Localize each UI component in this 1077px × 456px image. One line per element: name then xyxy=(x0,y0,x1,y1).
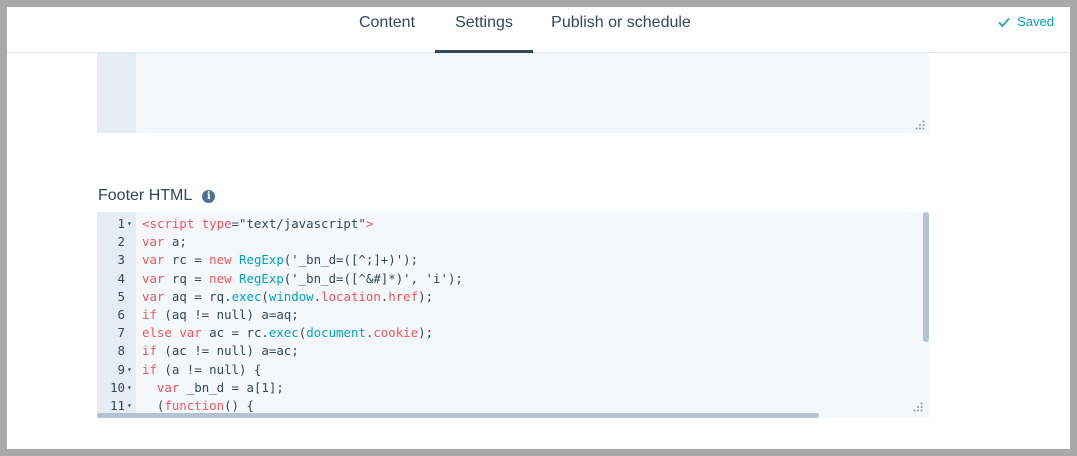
info-icon[interactable]: i xyxy=(202,189,216,203)
head-html-editor[interactable] xyxy=(97,53,929,133)
code-line[interactable]: 7 else var ac = rc.exec(document.cookie); xyxy=(97,324,923,342)
code-text: else var ac = rc.exec(document.cookie); xyxy=(142,325,434,341)
code-text: var aq = rq.exec(window.location.href); xyxy=(142,288,434,304)
line-number: 7 xyxy=(117,325,125,341)
fold-arrow-icon[interactable]: ▾ xyxy=(127,361,135,379)
footer-html-code-editor[interactable]: 1 ▾ <script type="text/javascript"> 2 var a;… xyxy=(97,212,929,418)
code-text: var _bn_d = a[1]; xyxy=(156,379,284,395)
code-line[interactable]: 10 ▾ var _bn_d = a[1]; xyxy=(97,379,923,397)
line-number: 5 xyxy=(117,288,125,304)
code-text: var rq = new RegExp('_bn_d=([^&#]*)', 'i… xyxy=(142,270,463,286)
tab-content[interactable]: Content xyxy=(337,7,437,53)
top-navigation: Content Settings Publish or schedule Sav… xyxy=(7,7,1070,53)
saved-status: Saved xyxy=(997,14,1054,29)
code-line[interactable]: 2 var a; xyxy=(97,233,923,251)
code-line[interactable]: 6 if (aq != null) a=aq; xyxy=(97,306,923,324)
resize-handle-icon[interactable] xyxy=(913,402,923,412)
line-number-gutter xyxy=(97,53,136,133)
saved-label: Saved xyxy=(1017,14,1054,29)
code-text: <script type="text/javascript"> xyxy=(142,216,374,231)
code-line[interactable]: 5 var aq = rq.exec(window.location.href); xyxy=(97,288,923,306)
resize-handle-icon[interactable] xyxy=(915,120,925,130)
tab-settings[interactable]: Settings xyxy=(435,7,533,53)
code-line[interactable]: 8 if (ac != null) a=ac; xyxy=(97,342,923,360)
code-text: if (a != null) { xyxy=(142,361,262,377)
line-number: 6 xyxy=(117,306,125,322)
footer-html-title: Footer HTML xyxy=(98,187,193,204)
code-line[interactable]: 3 var rc = new RegExp('_bn_d=([^;]+)'); xyxy=(97,251,923,269)
line-number: 10 xyxy=(110,379,125,395)
code-lines: 1 ▾ <script type="text/javascript"> 2 var a;… xyxy=(97,215,923,415)
line-number: 1 xyxy=(117,216,125,231)
horizontal-scrollbar[interactable] xyxy=(97,413,819,418)
fold-arrow-icon[interactable]: ▾ xyxy=(127,215,135,233)
editor-window: Content Settings Publish or schedule Sav… xyxy=(7,7,1070,449)
fold-arrow-icon[interactable]: ▾ xyxy=(127,379,135,397)
code-text: if (aq != null) a=aq; xyxy=(142,306,299,322)
line-number: 9 xyxy=(117,361,125,377)
code-line[interactable]: 9 ▾ if (a != null) { xyxy=(97,361,923,379)
line-number: 2 xyxy=(117,234,125,250)
footer-html-label: Footer HTML i xyxy=(98,187,216,205)
check-icon xyxy=(998,17,1010,27)
vertical-scrollbar[interactable] xyxy=(923,212,929,342)
code-text: if (ac != null) a=ac; xyxy=(142,343,299,359)
line-number: 4 xyxy=(117,270,125,286)
code-text: var rc = new RegExp('_bn_d=([^;]+)'); xyxy=(142,252,419,268)
tab-publish-or-schedule[interactable]: Publish or schedule xyxy=(542,7,700,53)
code-line[interactable]: 1 ▾ <script type="text/javascript"> xyxy=(97,215,923,233)
line-number: 3 xyxy=(117,252,125,268)
line-number: 8 xyxy=(117,343,125,359)
code-text: var a; xyxy=(142,234,187,250)
code-line[interactable]: 4 var rq = new RegExp('_bn_d=([^&#]*)', '… xyxy=(97,270,923,288)
